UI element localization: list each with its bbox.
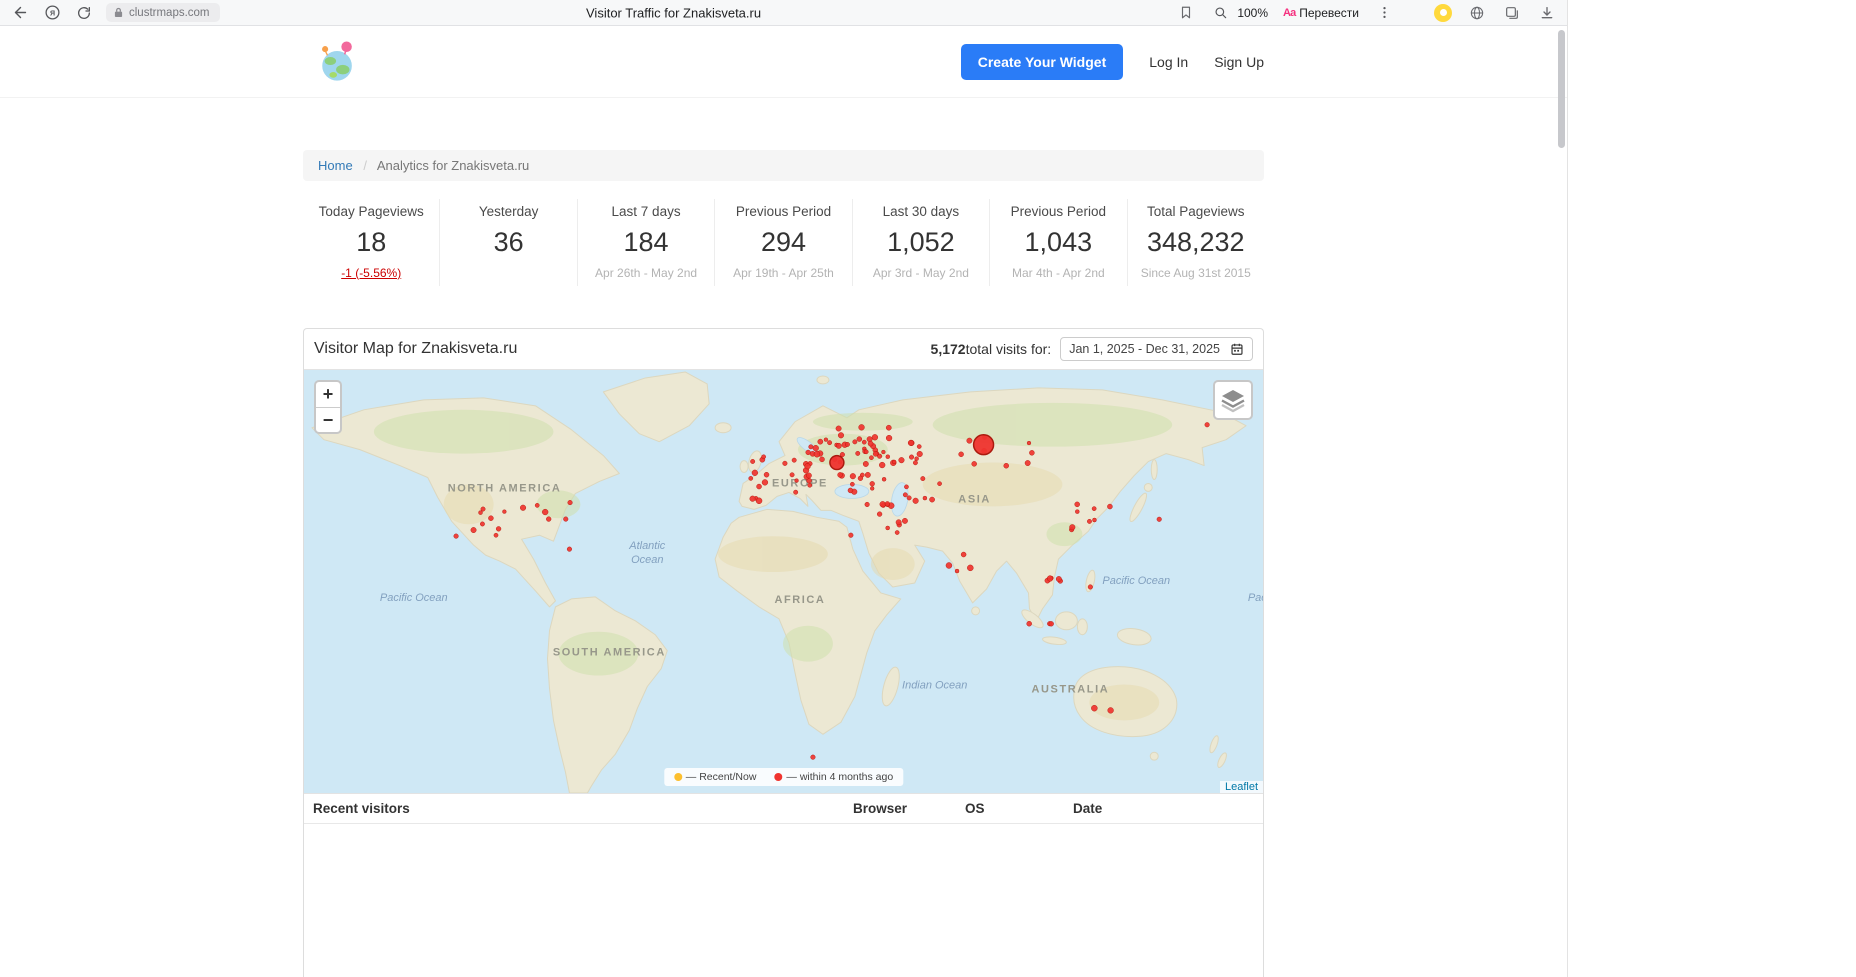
date-range-input[interactable]: Jan 1, 2025 - Dec 31, 2025 xyxy=(1060,337,1253,361)
lock-icon xyxy=(114,7,123,18)
scrollbar-thumb[interactable] xyxy=(1558,30,1565,148)
calendar-icon xyxy=(1230,342,1244,356)
create-widget-button[interactable]: Create Your Widget xyxy=(961,44,1124,80)
date-range-value: Jan 1, 2025 - Dec 31, 2025 xyxy=(1069,342,1220,356)
map-layers-control[interactable] xyxy=(1213,380,1253,420)
page-viewport: Create Your Widget Log In Sign Up Home /… xyxy=(0,26,1567,977)
world-map[interactable]: NORTH AMERICA SOUTH AMERICA EUROPE AFRICA AS… xyxy=(304,369,1263,794)
map-zoom-out-button[interactable]: − xyxy=(316,407,340,432)
map-card-header: Visitor Map for Znakisveta.ru 5,172 tota… xyxy=(304,329,1263,369)
stat-total-pageviews: Total Pageviews 348,232 Since Aug 31st 2… xyxy=(1128,199,1264,286)
breadcrumb: Home / Analytics for Znakisveta.ru xyxy=(303,150,1264,181)
recent-visitors-table-header: Recent visitors Browser OS Date xyxy=(304,794,1263,824)
leaflet-attribution-link[interactable]: Leaflet xyxy=(1220,781,1263,793)
svg-text:AFRICA: AFRICA xyxy=(774,594,825,606)
col-recent-visitors: Recent visitors xyxy=(313,801,853,816)
layers-icon xyxy=(1220,387,1246,413)
svg-text:Indian Ocean: Indian Ocean xyxy=(902,679,967,691)
svg-text:Я: Я xyxy=(49,9,54,17)
svg-text:Atlantic: Atlantic xyxy=(628,540,665,552)
svg-text:ASIA: ASIA xyxy=(958,493,991,505)
page-zoom-icon[interactable] xyxy=(1211,3,1231,23)
back-icon[interactable] xyxy=(10,3,30,23)
stat-last-7-days: Last 7 days 184 Apr 26th - May 2nd xyxy=(578,199,715,286)
map-legend: — Recent/Now — within 4 months ago xyxy=(664,768,903,786)
recent-dot-icon xyxy=(674,773,682,781)
translate-button[interactable]: Аа Перевести xyxy=(1283,6,1359,20)
legend-old: — within 4 months ago xyxy=(774,771,893,783)
downloads-icon[interactable] xyxy=(1537,3,1557,23)
translate-icon: Аа xyxy=(1283,7,1295,19)
map-zoom-control: + − xyxy=(314,380,342,434)
visitor-map-card: Visitor Map for Znakisveta.ru 5,172 tota… xyxy=(303,328,1264,977)
svg-text:Pacific Ocean: Pacific Ocean xyxy=(380,592,448,604)
address-bar[interactable]: clustrmaps.com xyxy=(106,3,220,22)
old-dot-icon xyxy=(774,773,782,781)
col-date: Date xyxy=(1073,801,1254,816)
col-os: OS xyxy=(965,801,1073,816)
tab-title: Visitor Traffic for Znakisveta.ru xyxy=(586,5,761,20)
stat-previous-period-week: Previous Period 294 Apr 19th - Apr 25th xyxy=(715,199,852,286)
stat-today-pageviews: Today Pageviews 18 -1 (-5.56%) xyxy=(303,199,440,286)
desktop: Я clustrmaps.com Visitor Traffic for Zna… xyxy=(0,0,1856,977)
stat-previous-period-month: Previous Period 1,043 Mar 4th - Apr 2nd xyxy=(990,199,1127,286)
alice-assistant-icon[interactable] xyxy=(1434,4,1452,22)
browser-window: Я clustrmaps.com Visitor Traffic for Zna… xyxy=(0,0,1568,977)
breadcrumb-home-link[interactable]: Home xyxy=(318,158,353,173)
yandex-browser-icon[interactable]: Я xyxy=(42,3,62,23)
stat-last-30-days: Last 30 days 1,052 Apr 3rd - May 2nd xyxy=(853,199,990,286)
svg-text:AUSTRALIA: AUSTRALIA xyxy=(1032,683,1110,695)
site-header: Create Your Widget Log In Sign Up xyxy=(0,26,1567,98)
stats-row: Today Pageviews 18 -1 (-5.56%) Yesterday… xyxy=(303,199,1264,286)
chrome-toolbar-right: 100% Аа Перевести xyxy=(1176,3,1557,23)
clustrmaps-logo[interactable] xyxy=(317,39,359,85)
svg-text:Pacific: Pacific xyxy=(1248,592,1263,604)
kebab-menu-icon[interactable] xyxy=(1374,3,1394,23)
total-visits-count: 5,172 xyxy=(931,341,966,357)
svg-text:Ocean: Ocean xyxy=(631,554,663,566)
svg-text:EUROPE: EUROPE xyxy=(772,477,828,489)
world-map-svg: NORTH AMERICA SOUTH AMERICA EUROPE AFRICA AS… xyxy=(304,370,1263,793)
login-link[interactable]: Log In xyxy=(1149,54,1188,70)
breadcrumb-current: Analytics for Znakisveta.ru xyxy=(377,158,529,173)
col-browser: Browser xyxy=(853,801,965,816)
svg-text:SOUTH AMERICA: SOUTH AMERICA xyxy=(553,646,666,658)
refresh-icon[interactable] xyxy=(74,3,94,23)
stat-delta: -1 (-5.56%) xyxy=(307,266,435,281)
map-title: Visitor Map for Znakisveta.ru xyxy=(314,340,517,358)
globe-icon[interactable] xyxy=(1467,3,1487,23)
url-text: clustrmaps.com xyxy=(129,7,210,19)
signup-link[interactable]: Sign Up xyxy=(1214,54,1264,70)
legend-recent: — Recent/Now xyxy=(674,771,757,783)
header-nav: Create Your Widget Log In Sign Up xyxy=(961,44,1264,80)
bookmark-icon[interactable] xyxy=(1176,3,1196,23)
breadcrumb-separator: / xyxy=(363,158,367,173)
stat-yesterday: Yesterday 36 xyxy=(440,199,577,286)
collections-icon[interactable] xyxy=(1502,3,1522,23)
svg-text:Pacific Ocean: Pacific Ocean xyxy=(1102,575,1170,587)
map-zoom-in-button[interactable]: + xyxy=(316,382,340,407)
browser-chrome: Я clustrmaps.com Visitor Traffic for Zna… xyxy=(0,0,1567,26)
alice-core xyxy=(1440,9,1447,16)
scrollbar[interactable] xyxy=(1558,28,1566,975)
svg-text:NORTH AMERICA: NORTH AMERICA xyxy=(448,482,562,494)
page-zoom-level: 100% xyxy=(1237,6,1268,20)
total-visits: 5,172 total visits for: Jan 1, 2025 - De… xyxy=(931,337,1253,361)
table-row-area xyxy=(304,824,1263,977)
